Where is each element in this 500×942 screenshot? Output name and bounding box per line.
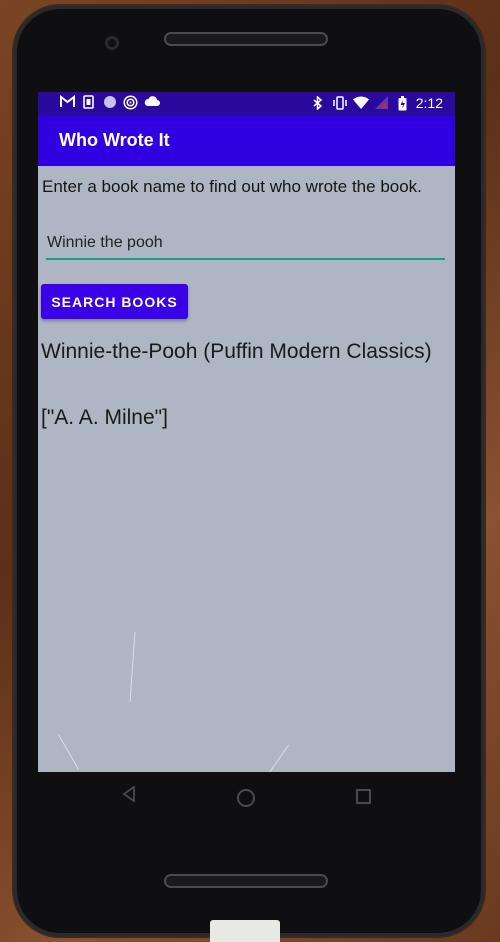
navigation-bar — [38, 772, 455, 824]
circle-icon — [102, 95, 117, 110]
wifi-icon — [352, 95, 369, 111]
bottom-speaker-grille — [164, 874, 328, 888]
front-camera — [105, 36, 119, 50]
result-title: Winnie-the-Pooh (Puffin Modern Classics) — [41, 340, 432, 363]
vibrate-icon — [332, 95, 347, 111]
recents-icon[interactable] — [356, 789, 371, 804]
top-speaker-grille — [164, 32, 328, 46]
instructions-text: Enter a book name to find out who wrote … — [42, 177, 422, 196]
back-icon[interactable] — [122, 785, 136, 807]
result-author: ["A. A. Milne"] — [41, 406, 168, 429]
home-icon[interactable] — [237, 789, 255, 807]
main-content: Enter a book name to find out who wrote … — [38, 166, 455, 772]
sim-icon — [81, 95, 96, 110]
status-right-icons: 2:12 — [311, 94, 443, 111]
no-signal-icon — [374, 95, 389, 111]
status-bar: 2:12 — [38, 92, 455, 116]
book-name-input[interactable] — [46, 228, 445, 260]
search-books-button[interactable]: SEARCH BOOKS — [41, 284, 188, 319]
phone-screen: 2:12 Who Wrote It Enter a book name to f… — [38, 92, 455, 772]
bluetooth-icon — [311, 94, 326, 111]
status-time: 2:12 — [415, 95, 443, 111]
gmail-icon — [60, 94, 75, 110]
usb-cable — [210, 920, 280, 942]
app-title: Who Wrote It — [59, 130, 170, 150]
battery-icon — [395, 95, 410, 111]
radio-icon — [123, 95, 138, 110]
cloud-icon — [144, 95, 160, 110]
app-bar: Who Wrote It — [38, 116, 455, 166]
status-left-icons — [60, 94, 160, 110]
